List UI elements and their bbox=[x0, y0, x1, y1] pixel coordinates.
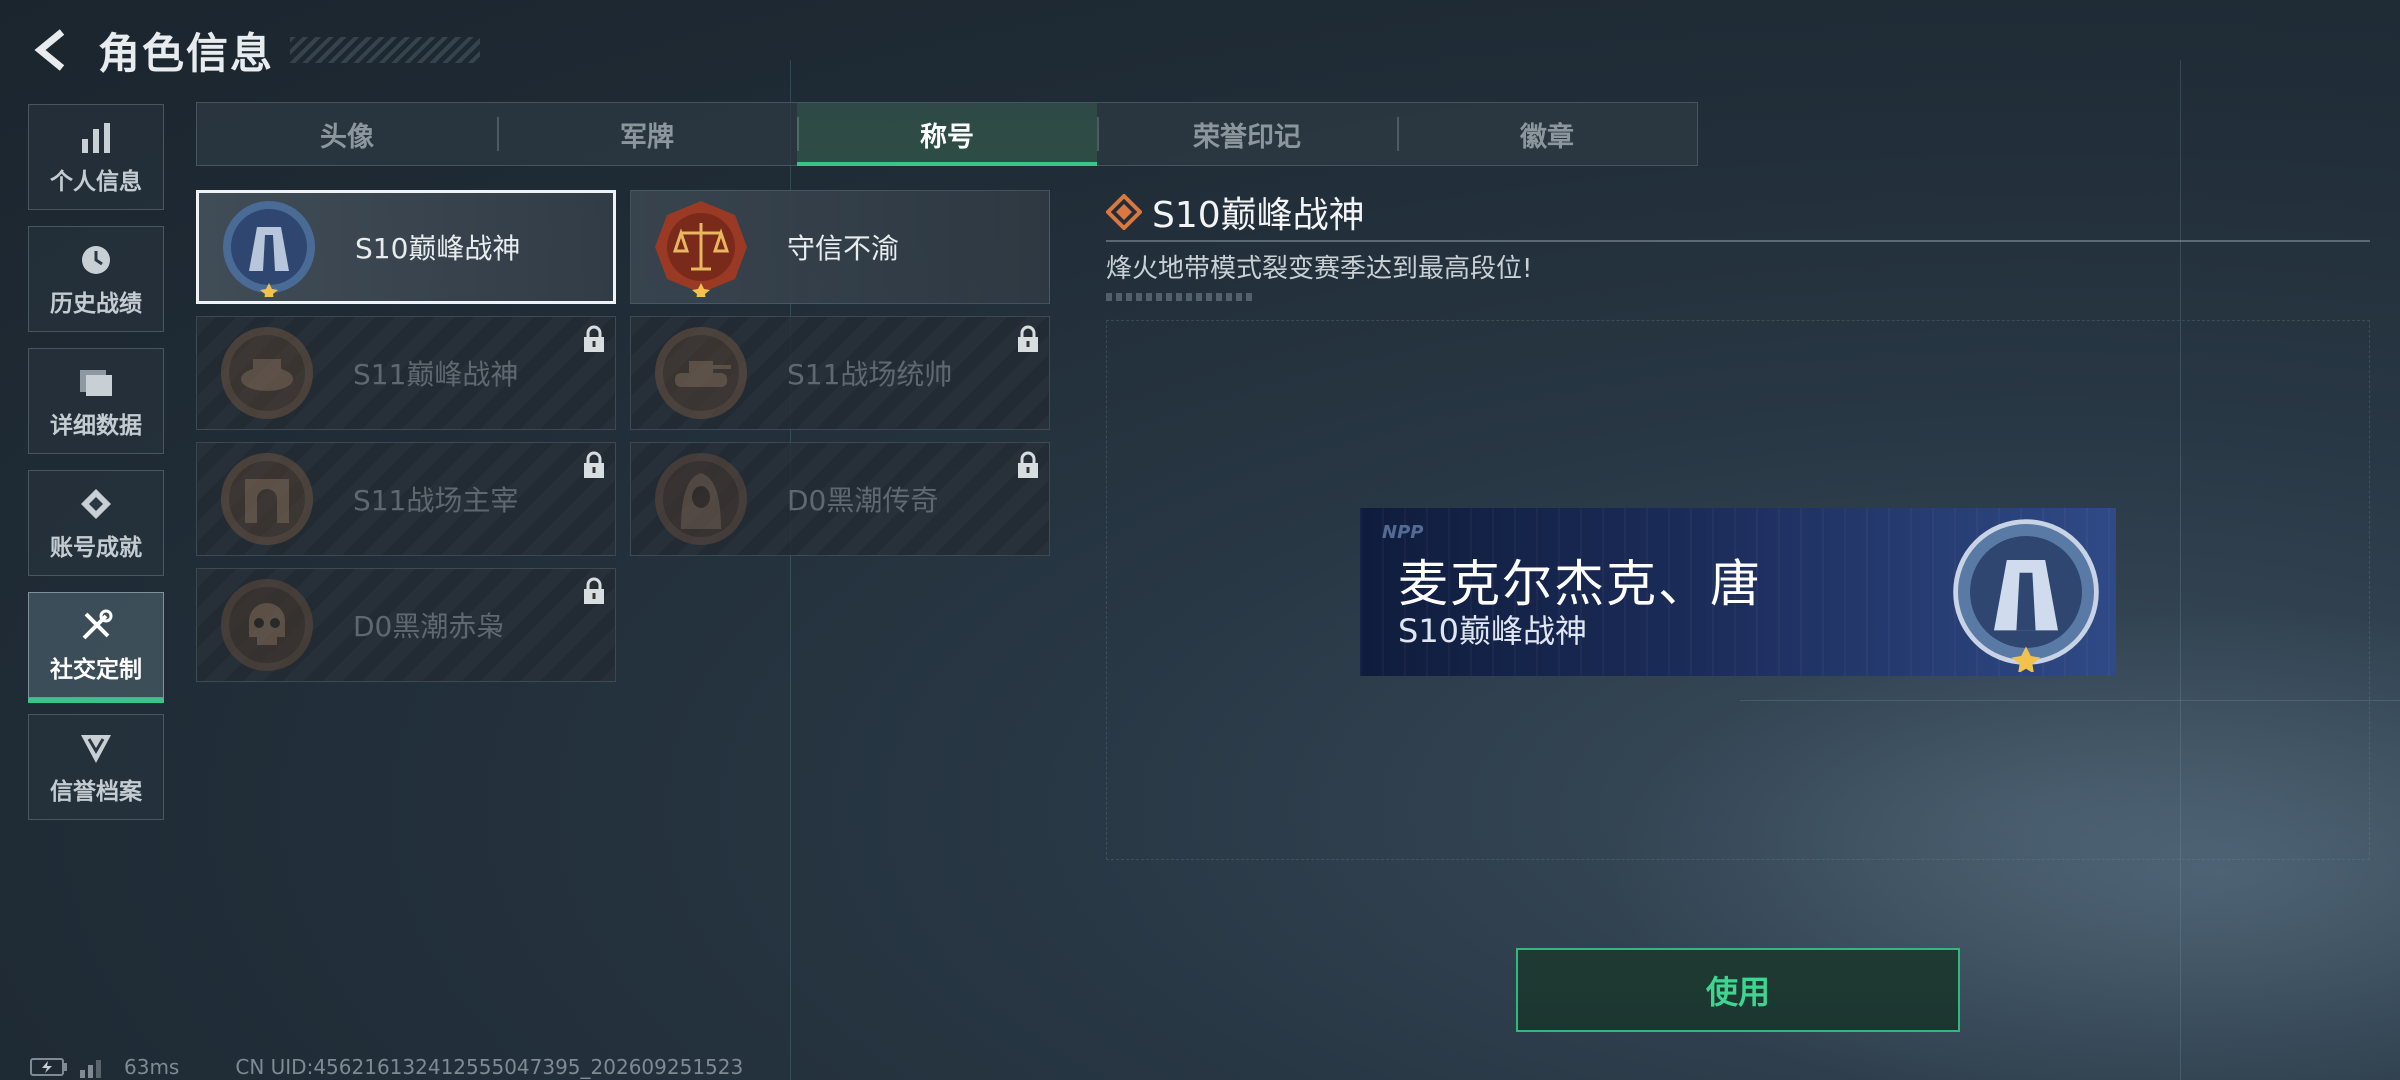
title-preview-banner: NPP 麦克尔杰克、唐 S10巅峰战神 bbox=[1360, 508, 2116, 676]
tab-honor-mark[interactable]: 荣誉印记 bbox=[1097, 103, 1397, 165]
sidebar-item-personal-info[interactable]: 个人信息 bbox=[28, 104, 164, 210]
title-card-s11-peak-warrior[interactable]: S11巅峰战神 bbox=[196, 316, 616, 430]
signal-icon bbox=[80, 1060, 101, 1078]
sidebar-item-detailed-data[interactable]: 详细数据 bbox=[28, 348, 164, 454]
title-card-name: S11战场统帅 bbox=[787, 358, 953, 391]
title-card-name: D0黑潮传奇 bbox=[787, 484, 939, 517]
use-button[interactable]: 使用 bbox=[1516, 948, 1960, 1032]
sidebar-item-label: 信誉档案 bbox=[50, 779, 142, 805]
title-card-d0-black-tide-legend[interactable]: D0黑潮传奇 bbox=[630, 442, 1050, 556]
achievement-icon bbox=[76, 484, 116, 524]
sidebar-item-label: 个人信息 bbox=[50, 169, 142, 195]
tab-military-tag[interactable]: 军牌 bbox=[497, 103, 797, 165]
banner-title: S10巅峰战神 bbox=[1398, 612, 1588, 650]
sidebar: 个人信息 历史战绩 详细数据 账号成就 社交定制 信誉档案 bbox=[28, 104, 166, 836]
lock-icon bbox=[584, 325, 604, 352]
scales-emblem-icon bbox=[649, 195, 753, 299]
title-card-d0-black-tide-red-owl[interactable]: D0黑潮赤枭 bbox=[196, 568, 616, 682]
banner-logo-icon: NPP bbox=[1382, 522, 1424, 543]
user-uid: CN UID:456216132412555047395_20260925152… bbox=[235, 1055, 744, 1079]
divider bbox=[1106, 240, 2370, 242]
sidebar-item-label: 账号成就 bbox=[50, 535, 142, 561]
detail-description: 烽火地带模式裂变赛季达到最高段位! bbox=[1106, 254, 1533, 284]
ping-value: 63ms bbox=[124, 1055, 180, 1079]
arch-emblem-icon bbox=[215, 447, 319, 551]
title-card-name: D0黑潮赤枭 bbox=[353, 610, 505, 643]
battery-icon bbox=[30, 1058, 67, 1076]
title-card-name: 守信不渝 bbox=[787, 232, 900, 265]
tank-emblem-icon bbox=[649, 321, 753, 425]
shield-rank-icon bbox=[76, 728, 116, 768]
back-arrow-icon[interactable] bbox=[28, 28, 72, 72]
sidebar-item-label: 社交定制 bbox=[50, 657, 142, 683]
skull-emblem-icon bbox=[215, 573, 319, 677]
peak-warrior-emblem-icon bbox=[1946, 512, 2106, 674]
tab-badge[interactable]: 徽章 bbox=[1397, 103, 1697, 165]
header: 角色信息 bbox=[28, 20, 481, 80]
status-bar: 63ms CN UID:456216132412555047395_202609… bbox=[30, 1054, 743, 1080]
lock-icon bbox=[584, 577, 604, 604]
peak-warrior-emblem-icon bbox=[217, 195, 321, 299]
tools-icon bbox=[76, 606, 116, 646]
sidebar-item-credit-file[interactable]: 信誉档案 bbox=[28, 714, 164, 820]
lock-icon bbox=[1018, 451, 1038, 478]
tab-bar: 头像 军牌 称号 荣誉印记 徽章 bbox=[196, 102, 1698, 166]
folder-icon bbox=[76, 362, 116, 402]
lock-icon bbox=[1018, 325, 1038, 352]
sidebar-item-achievements[interactable]: 账号成就 bbox=[28, 470, 164, 576]
tab-title[interactable]: 称号 bbox=[797, 103, 1097, 166]
title-card-name: S11巅峰战神 bbox=[353, 358, 519, 391]
sidebar-item-label: 历史战绩 bbox=[50, 291, 142, 317]
sidebar-item-history[interactable]: 历史战绩 bbox=[28, 226, 164, 332]
title-card-name: S11战场主宰 bbox=[353, 484, 519, 517]
tab-avatar[interactable]: 头像 bbox=[197, 103, 497, 165]
title-card-name: S10巅峰战神 bbox=[355, 232, 521, 265]
page-title: 角色信息 bbox=[98, 28, 275, 78]
hooded-figure-emblem-icon bbox=[649, 447, 753, 551]
lock-icon bbox=[584, 451, 604, 478]
sidebar-item-label: 详细数据 bbox=[50, 413, 142, 439]
clock-icon bbox=[76, 240, 116, 280]
detail-title: S10巅峰战神 bbox=[1152, 195, 1365, 236]
bar-chart-icon bbox=[76, 118, 116, 158]
title-decoration bbox=[290, 37, 481, 63]
vehicle-emblem-icon bbox=[215, 321, 319, 425]
title-detail: S10巅峰战神 烽火地带模式裂变赛季达到最高段位! bbox=[1106, 190, 2370, 301]
title-card-s11-battlefield-commander[interactable]: S11战场统帅 bbox=[630, 316, 1050, 430]
title-card-s10-peak-warrior[interactable]: S10巅峰战神 bbox=[196, 190, 616, 304]
detail-meta-decoration bbox=[1106, 293, 1256, 301]
sidebar-item-social-customization[interactable]: 社交定制 bbox=[28, 592, 164, 703]
diamond-icon bbox=[1106, 194, 1142, 230]
title-card-trustworthy[interactable]: 守信不渝 bbox=[630, 190, 1050, 304]
title-card-s11-battlefield-dominator[interactable]: S11战场主宰 bbox=[196, 442, 616, 556]
